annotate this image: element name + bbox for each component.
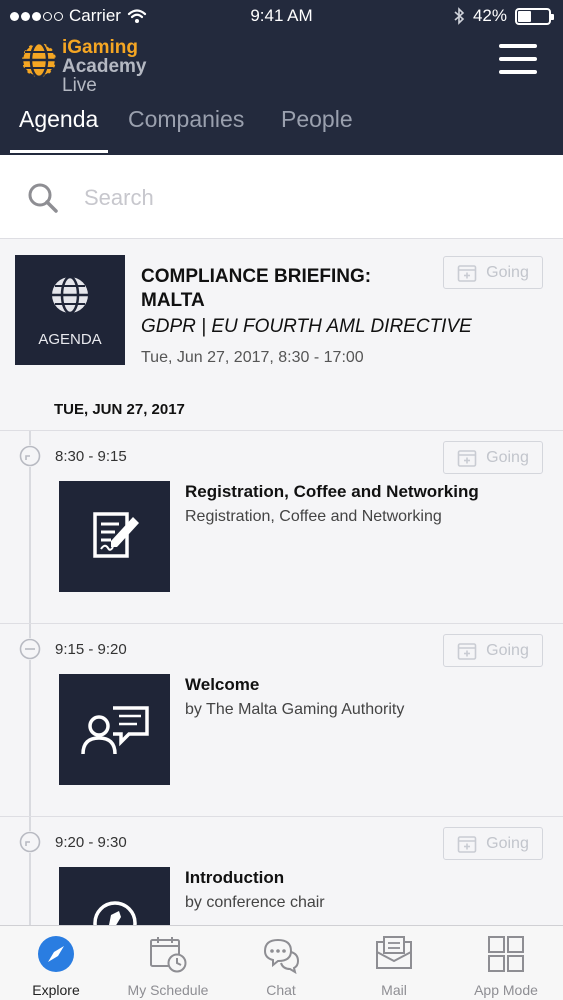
globe-logo-icon (20, 41, 58, 79)
tabbar-label: Mail (381, 982, 407, 998)
top-tabs: Agenda Companies People (0, 100, 563, 155)
session-time: 9:15 - 9:20 (55, 641, 127, 658)
going-button[interactable]: Going (443, 441, 543, 474)
active-tab-indicator (10, 150, 108, 153)
tabbar-app-mode[interactable]: App Mode (450, 926, 562, 1000)
going-label: Going (486, 263, 529, 281)
calendar-clock-icon (150, 937, 187, 973)
tabbar-mail[interactable]: Mail (338, 926, 450, 1000)
session-item[interactable]: 9:20 - 9:30 Going Introduction by confer… (0, 816, 563, 925)
session-list: 8:30 - 9:15 Going Registration, Coffee a… (0, 430, 563, 925)
session-thumbnail (59, 481, 170, 592)
calendar-add-icon (457, 449, 477, 467)
session-title: Welcome (185, 675, 260, 694)
search-bar (0, 155, 563, 239)
session-description: by conference chair (185, 894, 325, 911)
speaker-icon (81, 706, 149, 755)
brand-line-1: iGaming (62, 37, 139, 58)
mail-icon (376, 936, 412, 969)
clock-icon (19, 445, 41, 467)
tabbar-explore[interactable]: Explore (0, 926, 112, 1000)
event-thumbnail: AGENDA (15, 255, 125, 365)
compass-icon (38, 936, 74, 972)
tabbar-label: Explore (32, 982, 80, 998)
grid-icon (488, 936, 524, 972)
tabbar-label: Chat (266, 982, 296, 998)
session-title: Registration, Coffee and Networking (185, 482, 479, 501)
session-description: by The Malta Gaming Authority (185, 701, 405, 718)
brand-wordmark: iGaming Academy Live (62, 38, 147, 95)
status-bar: Carrier 9:41 AM 42% (0, 0, 563, 34)
tabbar-label: App Mode (474, 982, 538, 998)
session-thumbnail (59, 674, 170, 785)
session-item[interactable]: 9:15 - 9:20 Going Welcome by The Malta G… (0, 623, 563, 815)
going-label: Going (486, 834, 529, 852)
status-right-group: 42% (454, 6, 554, 26)
brand-line-3: Live (62, 75, 97, 96)
session-thumbnail (59, 867, 170, 925)
calendar-add-icon (457, 835, 477, 853)
globe-logo-icon (52, 275, 88, 315)
tab-companies[interactable]: Companies (128, 106, 244, 133)
session-description: Registration, Coffee and Networking (185, 508, 442, 525)
calendar-add-icon (457, 642, 477, 660)
going-button[interactable]: Going (443, 634, 543, 667)
bluetooth-icon (454, 7, 465, 25)
going-button[interactable]: Going (443, 827, 543, 860)
clock-icon (19, 638, 41, 660)
day-heading: TUE, JUN 27, 2017 (54, 401, 185, 418)
going-label: Going (486, 448, 529, 466)
hamburger-menu-icon[interactable] (499, 44, 537, 74)
chat-bubbles-icon (263, 938, 300, 974)
event-subtitle: GDPR | EU FOURTH AML DIRECTIVE (141, 316, 472, 337)
going-label: Going (486, 641, 529, 659)
calendar-add-icon (457, 264, 477, 282)
brand-line-2: Academy (62, 56, 147, 77)
bottom-tab-bar: Explore My Schedule Chat Mail App Mode (0, 925, 563, 1000)
search-input[interactable] (84, 181, 534, 215)
tabbar-chat[interactable]: Chat (225, 926, 337, 1000)
session-time: 9:20 - 9:30 (55, 834, 127, 851)
document-signature-icon (93, 512, 139, 558)
tab-agenda[interactable]: Agenda (19, 106, 98, 133)
session-time: 8:30 - 9:15 (55, 448, 127, 465)
event-card[interactable]: AGENDA COMPLIANCE BRIEFING: MALTA GDPR |… (0, 240, 563, 430)
search-icon (28, 183, 58, 213)
battery-percent: 42% (472, 6, 507, 25)
session-item[interactable]: 8:30 - 9:15 Going Registration, Coffee a… (0, 430, 563, 622)
tab-people[interactable]: People (281, 106, 353, 133)
event-date: Tue, Jun 27, 2017, 8:30 - 17:00 (141, 349, 364, 366)
tabbar-label: My Schedule (127, 982, 209, 998)
event-thumb-label: AGENDA (38, 331, 102, 348)
microphone-icon (93, 901, 137, 925)
clock-icon (19, 831, 41, 853)
session-title: Introduction (185, 868, 285, 887)
app-header: Carrier 9:41 AM 42% iGaming Academy Live… (0, 0, 563, 155)
tabbar-my-schedule[interactable]: My Schedule (112, 926, 224, 1000)
brand-logo[interactable]: iGaming Academy Live (20, 38, 150, 96)
battery-icon (515, 7, 554, 25)
event-title: COMPLIANCE BRIEFING: MALTA (141, 266, 372, 311)
going-button[interactable]: Going (443, 256, 543, 289)
